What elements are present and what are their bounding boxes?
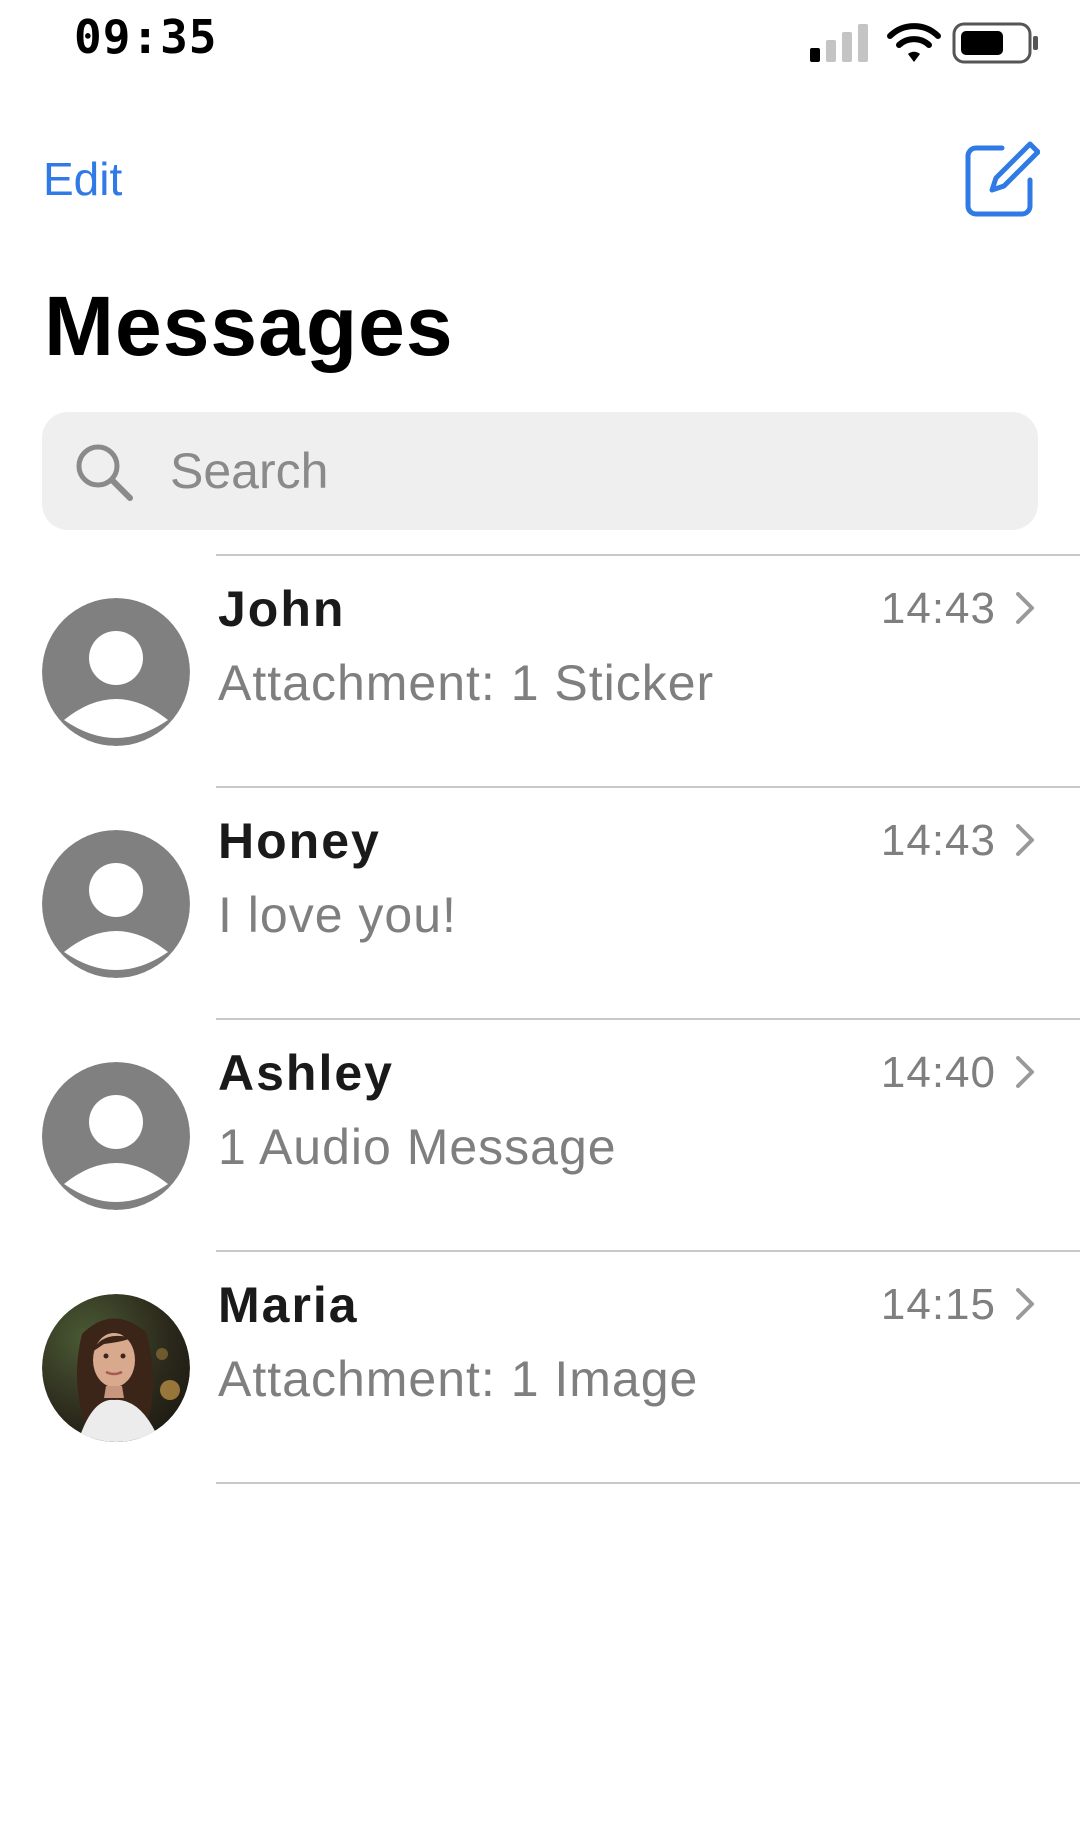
timestamp: 14:43: [880, 816, 996, 865]
page-title: Messages: [44, 279, 454, 373]
avatar: [42, 1062, 190, 1210]
contact-name: Ashley: [218, 1045, 394, 1101]
message-preview: Attachment: 1 Sticker: [218, 655, 715, 711]
status-bar: 09:35: [0, 0, 1080, 90]
timestamp: 14:40: [880, 1048, 996, 1097]
conversation-row-john[interactable]: John Attachment: 1 Sticker 14:43: [0, 556, 1080, 788]
edit-button[interactable]: Edit: [43, 152, 122, 206]
status-icons: [810, 18, 1050, 66]
avatar-photo: [42, 1294, 190, 1442]
message-preview: Attachment: 1 Image: [218, 1351, 699, 1407]
chevron-right-icon: [1016, 592, 1034, 624]
conversation-row-honey[interactable]: Honey I love you! 14:43: [0, 788, 1080, 1020]
contact-name: Maria: [218, 1277, 359, 1333]
person-placeholder-icon: [42, 598, 190, 746]
conversation-row-maria[interactable]: Maria Attachment: 1 Image 14:15: [0, 1252, 1080, 1484]
profile-photo: [42, 1294, 190, 1442]
chevron-right-icon: [1016, 824, 1034, 856]
person-placeholder-icon: [42, 1062, 190, 1210]
timestamp: 14:15: [880, 1280, 996, 1329]
battery-icon: [952, 22, 1038, 64]
chevron-right-icon: [1016, 1288, 1034, 1320]
list-divider: [216, 1482, 1080, 1484]
cellular-signal-icon: [810, 24, 868, 62]
person-placeholder-icon: [42, 830, 190, 978]
search-input[interactable]: [160, 412, 1030, 530]
timestamp: 14:43: [880, 584, 996, 633]
contact-name: Honey: [218, 813, 381, 869]
compose-icon: [965, 141, 1041, 217]
compose-button[interactable]: [962, 140, 1041, 218]
search-bar[interactable]: [42, 412, 1038, 530]
search-icon: [76, 444, 133, 501]
message-preview: 1 Audio Message: [218, 1119, 617, 1175]
chevron-right-icon: [1016, 1056, 1034, 1088]
avatar: [42, 830, 190, 978]
wifi-icon: [887, 23, 941, 62]
contact-name: John: [218, 581, 346, 637]
message-preview: I love you!: [218, 887, 457, 943]
status-time: 09:35: [74, 10, 218, 64]
avatar: [42, 598, 190, 746]
conversation-row-ashley[interactable]: Ashley 1 Audio Message 14:40: [0, 1020, 1080, 1252]
